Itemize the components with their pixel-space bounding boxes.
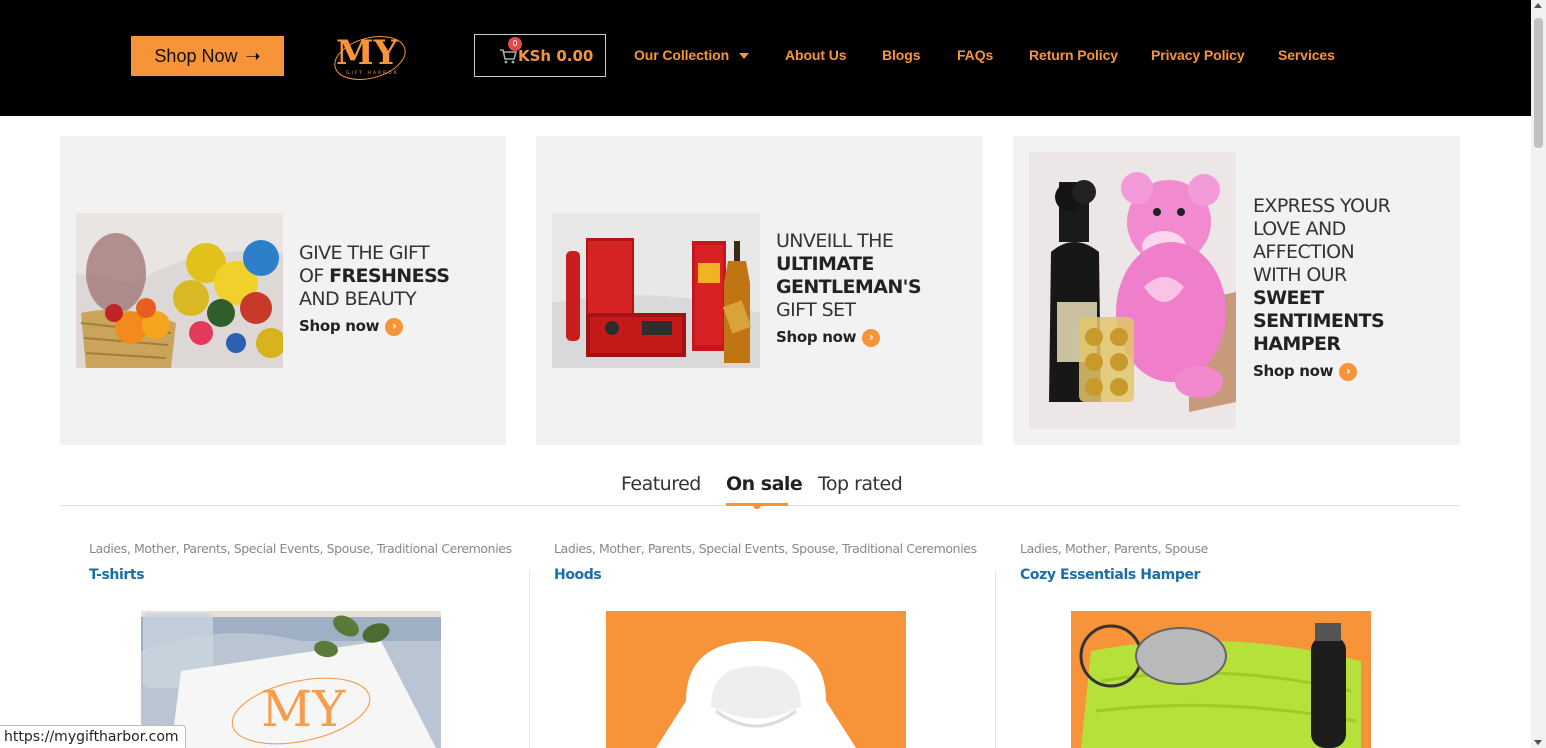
svg-text:MY: MY: [261, 680, 346, 738]
category-link[interactable]: Parents: [1114, 541, 1158, 556]
promo-card-sweet-sentiments: EXPRESS YOUR LOVE AND AFFECTION WITH OUR…: [1013, 136, 1460, 445]
scroll-thumb[interactable]: [1534, 18, 1543, 148]
category-link[interactable]: Spouse: [1165, 541, 1209, 556]
category-link[interactable]: Spouse: [327, 541, 371, 556]
promo-line: WITH OUR: [1253, 264, 1347, 286]
promo-line: OF FRESHNESS: [299, 265, 450, 288]
promo-line-emphasis: SWEET: [1253, 287, 1324, 309]
promo-line-emphasis: GENTLEMAN'S: [776, 276, 922, 298]
shop-now-label: Shop now: [1253, 362, 1334, 380]
product-divider: [529, 570, 530, 748]
promo-image-fruit-flower-basket: [76, 213, 283, 368]
category-link[interactable]: Mother: [134, 541, 176, 556]
product-categories: Ladies, Mother, Parents, Spouse: [1020, 541, 1208, 556]
vertical-scrollbar[interactable]: [1531, 0, 1546, 748]
nav-blogs[interactable]: Blogs: [882, 47, 920, 63]
promo-card-gentleman: UNVEILL THE ULTIMATE GENTLEMAN'S GIFT SE…: [536, 136, 983, 445]
arrow-right-icon: ➝: [245, 45, 261, 66]
category-link[interactable]: Mother: [599, 541, 641, 556]
nav-privacy-policy[interactable]: Privacy Policy: [1151, 47, 1245, 63]
product-image-hoodie[interactable]: [606, 611, 906, 748]
cart-total: KSh 0.00: [518, 46, 594, 65]
product-title[interactable]: Hoods: [554, 567, 602, 583]
category-link[interactable]: Traditional Ceremonies: [842, 541, 977, 556]
status-bar-url: https://mygiftharbor.com: [0, 725, 186, 748]
active-tab-dot: [753, 503, 761, 509]
product-title[interactable]: T-shirts: [89, 567, 145, 583]
product-image-tshirt[interactable]: MY: [141, 611, 441, 748]
scroll-down-arrow-icon[interactable]: [1534, 740, 1542, 745]
tab-featured[interactable]: Featured: [621, 473, 701, 495]
site-header: Shop Now ➝ MY GIFT HARBOR 0 KSh 0.00 Our…: [0, 0, 1531, 116]
logo-subtext: GIFT HARBOR: [346, 70, 399, 76]
category-link[interactable]: Ladies: [89, 541, 127, 556]
chevron-right-icon: ›: [1339, 362, 1358, 381]
product-title[interactable]: Cozy Essentials Hamper: [1020, 567, 1200, 583]
promo-shop-now-link[interactable]: Shop now ›: [299, 315, 449, 338]
product-image-cozy-hamper[interactable]: [1071, 611, 1371, 748]
chevron-right-icon: ›: [862, 328, 881, 347]
promo-image-teddy-hamper: [1029, 152, 1236, 429]
nav-services[interactable]: Services: [1278, 47, 1335, 63]
nav-our-collection[interactable]: Our Collection: [634, 47, 750, 63]
logo-text: MY: [336, 33, 399, 73]
category-link[interactable]: Traditional Ceremonies: [377, 541, 512, 556]
promo-text: GIVE THE GIFT OF FRESHNESS AND BEAUTY Sh…: [299, 242, 450, 338]
promo-image-gentleman-gift-set: [552, 213, 760, 368]
promo-line: AFFECTION: [1253, 241, 1355, 263]
cart-button[interactable]: 0 KSh 0.00: [474, 34, 606, 77]
category-link[interactable]: Ladies: [1020, 541, 1058, 556]
product-divider: [995, 570, 996, 748]
promo-line: EXPRESS YOUR: [1253, 195, 1391, 217]
chevron-right-icon: ›: [385, 317, 404, 336]
page: Shop Now ➝ MY GIFT HARBOR 0 KSh 0.00 Our…: [0, 0, 1546, 748]
promo-card-freshness: GIVE THE GIFT OF FRESHNESS AND BEAUTY Sh…: [60, 136, 506, 445]
cart-count-badge: 0: [508, 36, 522, 51]
nav-return-policy[interactable]: Return Policy: [1029, 47, 1118, 63]
promo-line-emphasis: FRESHNESS: [329, 265, 450, 287]
scroll-up-arrow-icon[interactable]: [1534, 3, 1542, 8]
promo-line: GIVE THE GIFT: [299, 242, 430, 264]
category-link[interactable]: Special Events: [699, 541, 785, 556]
promo-text: UNVEILL THE ULTIMATE GENTLEMAN'S GIFT SE…: [776, 230, 922, 349]
promo-line: AND BEAUTY: [299, 288, 417, 310]
shop-now-label: Shop Now: [154, 45, 238, 66]
nav-about-us[interactable]: About Us: [785, 47, 847, 63]
category-link[interactable]: Parents: [183, 541, 227, 556]
promo-line: LOVE AND: [1253, 218, 1346, 240]
category-link[interactable]: Ladies: [554, 541, 592, 556]
product-categories: Ladies, Mother, Parents, Special Events,…: [554, 541, 977, 556]
category-link[interactable]: Special Events: [234, 541, 320, 556]
shop-now-label: Shop now: [299, 317, 380, 335]
nav-label: Our Collection: [634, 47, 730, 63]
promo-line: UNVEILL THE: [776, 230, 894, 252]
cart-icon: 0: [499, 36, 522, 65]
shop-now-label: Shop now: [776, 328, 857, 346]
caret-down-icon: [739, 53, 750, 60]
nav-faqs[interactable]: FAQs: [957, 47, 993, 63]
tab-on-sale[interactable]: On sale: [726, 473, 803, 495]
promo-line-emphasis: HAMPER: [1253, 333, 1341, 355]
promo-shop-now-link[interactable]: Shop now ›: [1253, 360, 1390, 383]
category-link[interactable]: Mother: [1065, 541, 1107, 556]
promo-line-emphasis: SENTIMENTS: [1253, 310, 1385, 332]
promo-line-part: OF: [299, 265, 330, 287]
promo-line-emphasis: ULTIMATE: [776, 253, 874, 275]
shop-now-button[interactable]: Shop Now ➝: [131, 36, 284, 76]
category-link[interactable]: Parents: [648, 541, 692, 556]
site-logo[interactable]: MY GIFT HARBOR: [328, 28, 412, 82]
product-categories: Ladies, Mother, Parents, Special Events,…: [89, 541, 512, 556]
category-link[interactable]: Spouse: [792, 541, 836, 556]
tab-top-rated[interactable]: Top rated: [818, 473, 903, 495]
promo-text: EXPRESS YOUR LOVE AND AFFECTION WITH OUR…: [1253, 195, 1391, 383]
promo-line: GIFT SET: [776, 299, 856, 321]
promo-shop-now-link[interactable]: Shop now ›: [776, 326, 921, 349]
